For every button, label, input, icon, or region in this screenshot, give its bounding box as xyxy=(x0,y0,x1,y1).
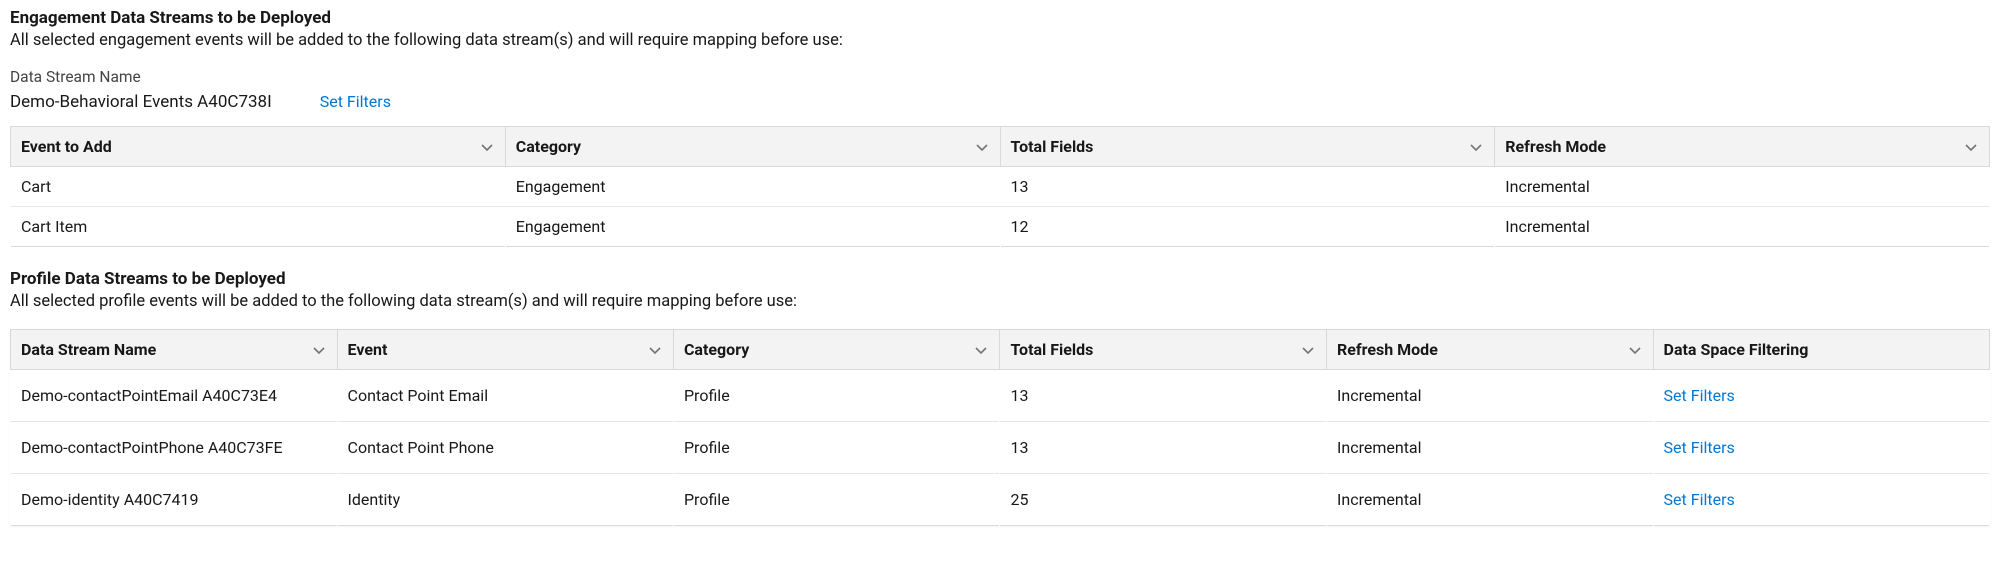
cell-category: Profile xyxy=(673,474,1000,526)
cell-stream: Demo-contactPointPhone A40C73FE xyxy=(11,422,338,474)
col-event[interactable]: Event xyxy=(337,330,673,370)
chevron-down-icon xyxy=(974,139,990,155)
cell-refresh-mode: Incremental xyxy=(1327,422,1654,474)
table-row: Demo-identity A40C7419 Identity Profile … xyxy=(11,474,1990,526)
table-header-row: Event to Add Category Total Fields Refre… xyxy=(11,127,1990,167)
engagement-section: Engagement Data Streams to be Deployed A… xyxy=(10,8,1990,247)
cell-refresh-mode: Incremental xyxy=(1327,474,1654,526)
engagement-title: Engagement Data Streams to be Deployed xyxy=(10,8,1990,28)
cell-total-fields: 25 xyxy=(1000,474,1327,526)
cell-refresh-mode: Incremental xyxy=(1495,167,1990,207)
cell-stream: Demo-identity A40C7419 xyxy=(11,474,338,526)
col-total-fields[interactable]: Total Fields xyxy=(1000,127,1495,167)
col-refresh-mode[interactable]: Refresh Mode xyxy=(1327,330,1654,370)
cell-category: Profile xyxy=(673,370,1000,422)
cell-event: Contact Point Email xyxy=(337,370,673,422)
engagement-table: Event to Add Category Total Fields Refre… xyxy=(10,126,1990,247)
cell-total-fields: 13 xyxy=(1000,422,1327,474)
cell-stream: Demo-contactPointEmail A40C73E4 xyxy=(11,370,338,422)
cell-total-fields: 12 xyxy=(1000,207,1495,247)
col-label: Refresh Mode xyxy=(1505,137,1606,156)
set-filters-link[interactable]: Set Filters xyxy=(1664,438,1735,457)
cell-refresh-mode: Incremental xyxy=(1327,370,1654,422)
col-category[interactable]: Category xyxy=(673,330,1000,370)
cell-event: Identity xyxy=(337,474,673,526)
col-total-fields[interactable]: Total Fields xyxy=(1000,330,1327,370)
col-refresh-mode[interactable]: Refresh Mode xyxy=(1495,127,1990,167)
table-row: Cart Engagement 13 Incremental xyxy=(11,167,1990,207)
col-label: Total Fields xyxy=(1010,340,1093,359)
col-label: Data Space Filtering xyxy=(1664,340,1809,359)
chevron-down-icon xyxy=(973,342,989,358)
set-filters-link[interactable]: Set Filters xyxy=(1664,386,1735,405)
cell-total-fields: 13 xyxy=(1000,167,1495,207)
col-label: Category xyxy=(684,340,749,359)
stream-name-value: Demo-Behavioral Events A40C738I xyxy=(10,92,272,112)
profile-title: Profile Data Streams to be Deployed xyxy=(10,269,1990,289)
col-data-space-filtering[interactable]: Data Space Filtering xyxy=(1653,330,1989,370)
chevron-down-icon xyxy=(1468,139,1484,155)
cell-category: Engagement xyxy=(505,207,1000,247)
cell-refresh-mode: Incremental xyxy=(1495,207,1990,247)
profile-desc: All selected profile events will be adde… xyxy=(10,292,1990,311)
col-label: Data Stream Name xyxy=(21,340,156,359)
profile-table: Data Stream Name Event Category Total Fi… xyxy=(10,329,1990,526)
col-category[interactable]: Category xyxy=(505,127,1000,167)
chevron-down-icon xyxy=(1627,342,1643,358)
table-row: Cart Item Engagement 12 Incremental xyxy=(11,207,1990,247)
cell-event: Contact Point Phone xyxy=(337,422,673,474)
chevron-down-icon xyxy=(1963,139,1979,155)
col-label: Total Fields xyxy=(1011,137,1094,156)
stream-row: Demo-Behavioral Events A40C738I Set Filt… xyxy=(10,92,1990,112)
engagement-desc: All selected engagement events will be a… xyxy=(10,31,1990,50)
cell-category: Profile xyxy=(673,422,1000,474)
col-label: Event to Add xyxy=(21,137,112,156)
col-label: Category xyxy=(516,137,581,156)
chevron-down-icon xyxy=(311,342,327,358)
table-row: Demo-contactPointPhone A40C73FE Contact … xyxy=(11,422,1990,474)
cell-category: Engagement xyxy=(505,167,1000,207)
col-label: Event xyxy=(348,340,388,359)
table-header-row: Data Stream Name Event Category Total Fi… xyxy=(11,330,1990,370)
col-label: Refresh Mode xyxy=(1337,340,1438,359)
cell-event: Cart Item xyxy=(11,207,506,247)
col-event-to-add[interactable]: Event to Add xyxy=(11,127,506,167)
profile-section: Profile Data Streams to be Deployed All … xyxy=(10,269,1990,526)
table-row: Demo-contactPointEmail A40C73E4 Contact … xyxy=(11,370,1990,422)
cell-total-fields: 13 xyxy=(1000,370,1327,422)
chevron-down-icon xyxy=(1300,342,1316,358)
chevron-down-icon xyxy=(479,139,495,155)
chevron-down-icon xyxy=(647,342,663,358)
col-stream-name[interactable]: Data Stream Name xyxy=(11,330,338,370)
stream-name-label: Data Stream Name xyxy=(10,68,1990,86)
cell-event: Cart xyxy=(11,167,506,207)
set-filters-link[interactable]: Set Filters xyxy=(1664,490,1735,509)
set-filters-link[interactable]: Set Filters xyxy=(320,92,391,111)
